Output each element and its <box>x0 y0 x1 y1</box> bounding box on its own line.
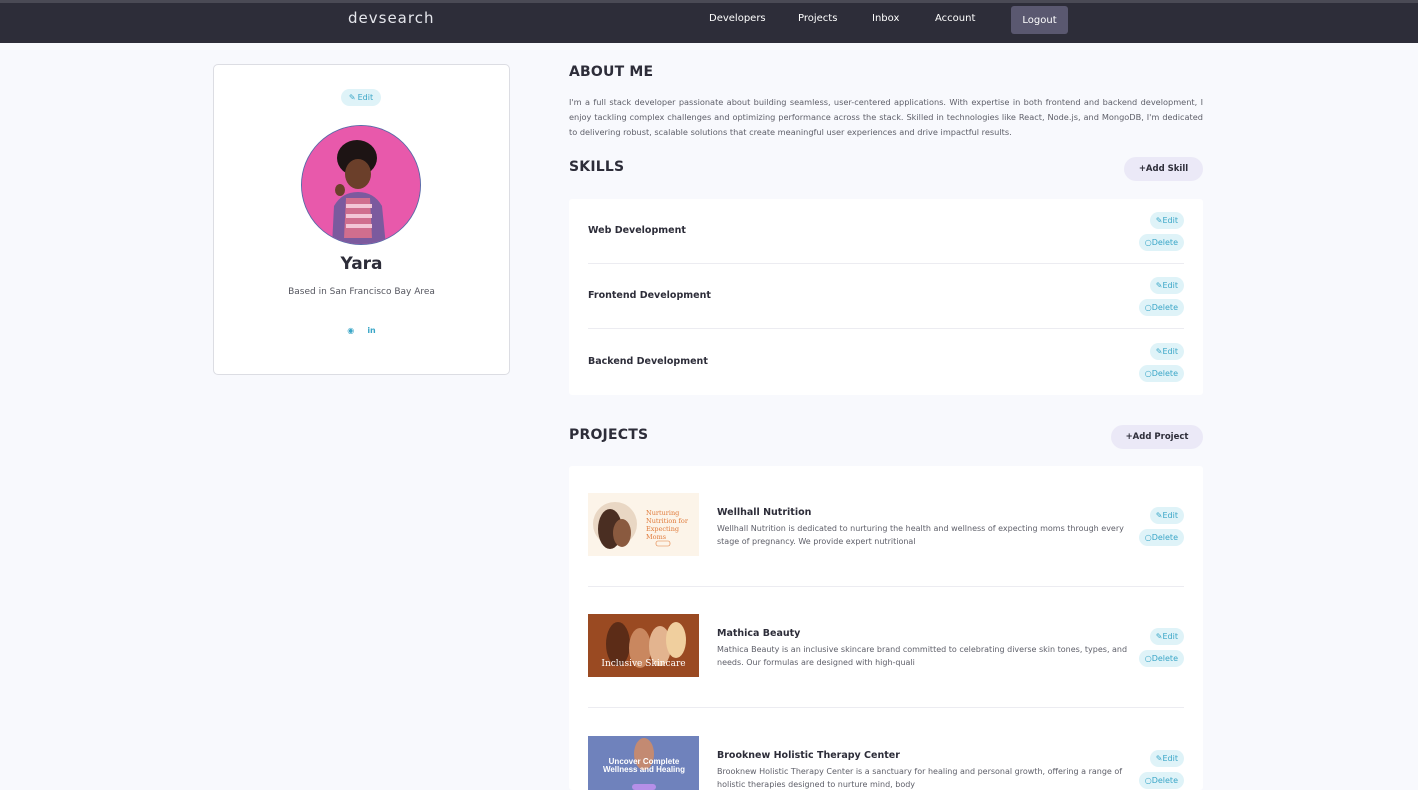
nav-links: Developers Projects Inbox Account Logout <box>0 3 1418 43</box>
skill-row: Backend Development ✎ Edit ○ Delete <box>588 330 1184 395</box>
project-thumbnail-text: Nurturing Nutrition for Expecting Moms <box>646 509 688 541</box>
skills-title: SKILLS <box>569 159 625 175</box>
edit-icon: ✎ <box>1155 347 1163 356</box>
nav-link-developers[interactable]: Developers <box>709 13 766 24</box>
about-text: I'm a full stack developer passionate ab… <box>569 97 1203 137</box>
edit-label: Edit <box>1162 632 1179 641</box>
project-description: Mathica Beauty is an inclusive skincare … <box>717 645 1128 667</box>
projects-title: PROJECTS <box>569 427 649 443</box>
project-title[interactable]: Brooknew Holistic Therapy Center <box>717 750 900 761</box>
edit-label: Edit <box>1162 754 1179 763</box>
project-description: Brooknew Holistic Therapy Center is a sa… <box>717 767 1123 789</box>
profile-location: Based in San Francisco Bay Area <box>288 287 435 297</box>
project-description: Wellhall Nutrition is dedicated to nurtu… <box>717 524 1124 546</box>
project-row: Uncover Complete Wellness and Healing Br… <box>588 708 1184 790</box>
profile-name: Yara <box>340 254 383 274</box>
delete-label: Delete <box>1151 776 1178 785</box>
project-thumbnail-text: Inclusive Skincare <box>601 659 686 669</box>
skill-delete-button[interactable]: ○ Delete <box>1138 299 1184 316</box>
project-delete-button[interactable]: ○ Delete <box>1138 650 1184 667</box>
skill-name: Web Development <box>588 225 686 236</box>
social-links: ◉ in <box>214 318 509 337</box>
profile-card: ✎ Edit Yara Based in San Francisco Bay Ar… <box>213 64 510 375</box>
profile-edit-button[interactable]: ✎ Edit <box>341 89 381 106</box>
delete-label: Delete <box>1151 369 1178 378</box>
skill-edit-button[interactable]: ✎ Edit <box>1149 343 1184 360</box>
add-skill-button[interactable]: +Add Skill <box>1124 157 1203 181</box>
delete-icon: ○ <box>1144 654 1152 663</box>
delete-label: Delete <box>1151 533 1178 542</box>
delete-label: Delete <box>1151 238 1178 247</box>
edit-icon: ✎ <box>348 93 356 102</box>
edit-label: Edit <box>1162 216 1179 225</box>
project-row: Nurturing Nutrition for Expecting Moms W… <box>588 466 1184 587</box>
project-actions: ✎ Edit ○ Delete <box>1124 750 1184 790</box>
project-edit-button[interactable]: ✎ Edit <box>1149 628 1184 645</box>
project-thumbnail[interactable]: Uncover Complete Wellness and Healing <box>588 736 699 790</box>
skill-name: Backend Development <box>588 356 708 367</box>
project-thumbnail[interactable]: Nurturing Nutrition for Expecting Moms <box>588 493 699 556</box>
project-title[interactable]: Wellhall Nutrition <box>717 507 811 518</box>
profile-edit-label: Edit <box>357 93 374 102</box>
project-row: Inclusive Skincare Mathica Beauty Mathic… <box>588 587 1184 708</box>
skill-actions: ✎ Edit ○ Delete <box>1124 277 1184 321</box>
project-thumbnail[interactable]: Inclusive Skincare <box>588 614 699 677</box>
linkedin-icon[interactable]: in <box>367 326 375 335</box>
edit-label: Edit <box>1162 281 1179 290</box>
delete-icon: ○ <box>1144 369 1152 378</box>
project-thumbnail-text: Uncover Complete Wellness and Healing <box>602 757 686 774</box>
skill-delete-button[interactable]: ○ Delete <box>1138 365 1184 382</box>
edit-icon: ✎ <box>1155 511 1163 520</box>
nav-link-projects[interactable]: Projects <box>798 13 837 24</box>
edit-label: Edit <box>1162 347 1179 356</box>
skill-name: Frontend Development <box>588 290 711 301</box>
project-edit-button[interactable]: ✎ Edit <box>1149 507 1184 524</box>
project-edit-button[interactable]: ✎ Edit <box>1149 750 1184 767</box>
skills-list: Web Development ✎ Edit ○ Delete Frontend D… <box>569 199 1203 395</box>
navbar: devsearch Developers Projects Inbox Acco… <box>0 3 1418 43</box>
edit-label: Edit <box>1162 511 1179 520</box>
nav-link-account[interactable]: Account <box>935 13 975 24</box>
github-icon[interactable]: ◉ <box>347 326 354 335</box>
delete-icon: ○ <box>1144 303 1152 312</box>
delete-label: Delete <box>1151 303 1178 312</box>
delete-icon: ○ <box>1144 776 1152 785</box>
skill-row: Frontend Development ✎ Edit ○ Delete <box>588 264 1184 329</box>
projects-list: Nurturing Nutrition for Expecting Moms W… <box>569 466 1203 790</box>
project-actions: ✎ Edit ○ Delete <box>1124 628 1184 672</box>
delete-icon: ○ <box>1144 238 1152 247</box>
skill-edit-button[interactable]: ✎ Edit <box>1149 212 1184 229</box>
edit-icon: ✎ <box>1155 754 1163 763</box>
skill-actions: ✎ Edit ○ Delete <box>1124 343 1184 387</box>
edit-icon: ✎ <box>1155 281 1163 290</box>
logout-button[interactable]: Logout <box>1011 6 1068 34</box>
project-delete-button[interactable]: ○ Delete <box>1138 772 1184 789</box>
delete-icon: ○ <box>1144 533 1152 542</box>
skill-row: Web Development ✎ Edit ○ Delete <box>588 199 1184 264</box>
edit-icon: ✎ <box>1155 632 1163 641</box>
add-project-button[interactable]: +Add Project <box>1111 425 1203 449</box>
project-actions: ✎ Edit ○ Delete <box>1124 507 1184 551</box>
project-delete-button[interactable]: ○ Delete <box>1138 529 1184 546</box>
edit-icon: ✎ <box>1155 216 1163 225</box>
skill-edit-button[interactable]: ✎ Edit <box>1149 277 1184 294</box>
skill-delete-button[interactable]: ○ Delete <box>1138 234 1184 251</box>
skill-actions: ✎ Edit ○ Delete <box>1124 212 1184 256</box>
project-title[interactable]: Mathica Beauty <box>717 628 800 639</box>
avatar <box>301 125 421 245</box>
nav-link-inbox[interactable]: Inbox <box>872 13 899 24</box>
about-title: ABOUT ME <box>569 64 654 80</box>
delete-label: Delete <box>1151 654 1178 663</box>
avatar-image <box>302 126 420 244</box>
